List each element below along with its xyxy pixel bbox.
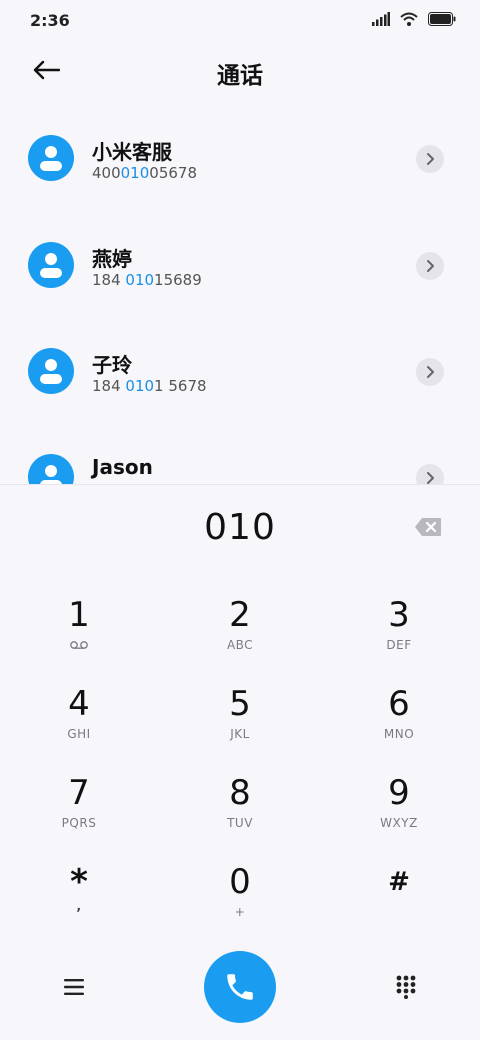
chevron-right-icon xyxy=(427,472,434,484)
status-bar: 2:36 xyxy=(0,0,480,40)
wifi-icon xyxy=(400,12,418,26)
contact-name: 小米客服 xyxy=(92,140,172,164)
contact-list: 小米客服 40001005678 燕婷 184 01015689 子玲 184 … xyxy=(0,104,480,484)
key-star[interactable]: * , xyxy=(19,862,139,942)
key-2[interactable]: 2 ABC xyxy=(180,595,300,675)
battery-icon xyxy=(428,12,456,26)
contact-name: Jason xyxy=(92,455,153,479)
chevron-right-icon xyxy=(427,366,434,378)
menu-button[interactable] xyxy=(50,963,98,1011)
avatar xyxy=(28,454,74,484)
contact-number: 184 0101 5678 xyxy=(92,377,207,395)
chevron-right-icon xyxy=(427,260,434,272)
contact-detail-button[interactable] xyxy=(416,464,444,484)
keypad-toggle-button[interactable] xyxy=(382,963,430,1011)
avatar xyxy=(28,242,74,288)
dialer-screen: 2:36 通话 小米客服 40001005678 燕婷 184 01015689… xyxy=(0,0,480,1040)
signal-icon xyxy=(372,12,390,26)
key-1[interactable]: 1 xyxy=(19,595,139,675)
contact-number: 184 01015689 xyxy=(92,271,202,289)
contact-name: 燕婷 xyxy=(92,247,132,271)
key-6[interactable]: 6 MNO xyxy=(339,684,459,764)
backspace-icon xyxy=(415,518,441,536)
menu-icon xyxy=(64,979,84,995)
contact-name: 子玲 xyxy=(92,353,132,377)
number-match: 010 xyxy=(120,164,150,182)
contact-item[interactable]: 小米客服 40001005678 xyxy=(0,135,480,235)
key-7[interactable]: 7 PQRS xyxy=(19,773,139,853)
key-3[interactable]: 3 DEF xyxy=(339,595,459,675)
status-time: 2:36 xyxy=(30,11,70,30)
key-9[interactable]: 9 WXYZ xyxy=(339,773,459,853)
backspace-button[interactable] xyxy=(414,517,442,539)
contact-number: 40001005678 xyxy=(92,164,197,182)
dialer-panel: 010 1 2 ABC 3 DEF 4 GHI 5 JKL 6 MNO 7 PQ… xyxy=(0,484,480,1040)
call-button[interactable] xyxy=(204,951,276,1023)
key-8[interactable]: 8 TUV xyxy=(180,773,300,853)
contact-detail-button[interactable] xyxy=(416,145,444,173)
key-4[interactable]: 4 GHI xyxy=(19,684,139,764)
key-hash[interactable]: # xyxy=(339,862,459,942)
key-0[interactable]: 0 + xyxy=(180,862,300,942)
contact-detail-button[interactable] xyxy=(416,252,444,280)
header: 通话 xyxy=(0,40,480,100)
chevron-right-icon xyxy=(427,153,434,165)
avatar xyxy=(28,135,74,181)
contact-item[interactable]: 子玲 184 0101 5678 xyxy=(0,348,480,448)
number-match: 010 xyxy=(125,377,155,395)
dial-number-display[interactable]: 010 xyxy=(0,507,480,548)
key-5[interactable]: 5 JKL xyxy=(180,684,300,764)
phone-icon xyxy=(227,974,253,1000)
contact-item[interactable]: 燕婷 184 01015689 xyxy=(0,242,480,342)
contact-detail-button[interactable] xyxy=(416,358,444,386)
page-title: 通话 xyxy=(217,63,263,89)
number-match: 010 xyxy=(125,271,155,289)
voicemail-icon xyxy=(70,641,88,649)
contact-item[interactable]: Jason xyxy=(0,454,480,484)
keypad-icon xyxy=(396,975,416,999)
status-icons xyxy=(372,12,456,26)
avatar xyxy=(28,348,74,394)
